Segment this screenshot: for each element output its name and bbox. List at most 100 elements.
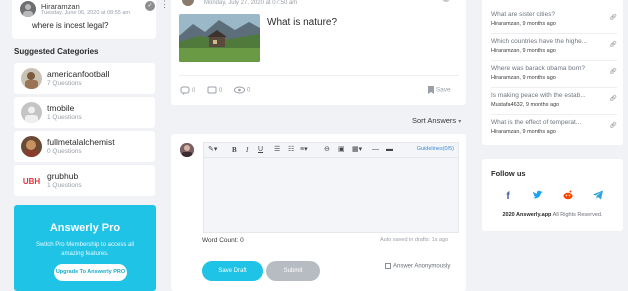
bookmark-icon — [428, 86, 434, 94]
link-icon[interactable]: 🔗︎ — [609, 122, 617, 129]
category-count: 1 Questions — [47, 114, 82, 121]
upgrade-button[interactable]: Upgrade To Answerly PRO — [54, 264, 127, 281]
post-date: Monday, July 27, 2020 at 07:50 am — [204, 0, 298, 6]
related-question-meta: Mustafa4632, 9 months ago — [491, 102, 560, 108]
bold-icon[interactable]: B — [232, 146, 237, 154]
chevron-down-icon: ▾ — [458, 119, 462, 125]
answers-stat[interactable]: 0 — [180, 86, 195, 95]
category-count: 7 Questions — [47, 80, 82, 87]
views-count: 0 — [247, 87, 251, 94]
comment-icon — [207, 86, 217, 94]
check-icon: ✓ — [145, 1, 155, 11]
facebook-icon[interactable]: f — [502, 189, 514, 201]
answer-icon — [180, 86, 190, 95]
post-author-avatar[interactable] — [182, 0, 194, 6]
divider — [491, 33, 617, 34]
related-question[interactable]: What is the effect of temperat... Hirara… — [491, 119, 617, 135]
more-options-icon[interactable]: ⋮ — [160, 0, 169, 9]
answer-textarea[interactable] — [203, 157, 459, 233]
link-icon[interactable]: 🔗︎ — [609, 95, 617, 102]
bullet-list-icon[interactable]: ☰ — [274, 146, 280, 154]
user-avatar — [180, 143, 194, 157]
comments-count: 0 — [219, 88, 223, 95]
sort-answers-label: Sort Answers — [412, 116, 457, 125]
copyright-text: 2020 Answerly.app All Rights Reserved. — [482, 212, 623, 218]
related-question[interactable]: Which countries have the highe... Hirara… — [491, 38, 617, 54]
italic-icon[interactable]: I — [246, 146, 248, 154]
link-icon[interactable]: 🔗︎ — [609, 41, 617, 48]
format-icon[interactable]: ✎▾ — [208, 146, 217, 154]
eye-icon — [234, 86, 245, 94]
category-item[interactable]: tmobile 1 Questions — [14, 97, 155, 128]
svg-text:f: f — [506, 191, 510, 201]
answers-count: 0 — [192, 88, 196, 95]
image-icon[interactable]: ▣ — [338, 146, 345, 154]
link-icon[interactable]: 🔗︎ — [609, 14, 617, 21]
related-question-title[interactable]: What is the effect of temperat... — [491, 119, 617, 126]
telegram-icon[interactable] — [592, 189, 604, 201]
related-question-title[interactable]: Where was barack obama born? — [491, 65, 617, 72]
category-item[interactable]: fullmetalalchemist 0 Questions — [14, 131, 155, 162]
guidelines-link[interactable]: Guidelines(0/5) — [417, 146, 454, 152]
related-question-meta: Hiraramzan, 9 months ago — [491, 129, 556, 135]
table-icon[interactable]: ▦▾ — [352, 146, 362, 154]
related-question-meta: Hiraramzan, 9 months ago — [491, 48, 556, 54]
horizontal-rule-icon[interactable]: — — [372, 146, 379, 154]
user-avatar[interactable] — [20, 1, 36, 17]
editor-toolbar: ✎▾ B I U ☰ ☷ ≡▾ ⊖ ▣ ▦▾ — ▬ Guidelines(0/… — [203, 142, 459, 157]
copyright-brand[interactable]: 2020 Answerly.app — [503, 212, 552, 218]
divider — [491, 60, 617, 61]
follow-us-card: Follow us f 2020 Answerly.app All Rights… — [482, 159, 623, 231]
pro-membership-card: Answerly Pro Switch Pro Membership to ac… — [14, 205, 156, 291]
post-thumbnail[interactable] — [179, 14, 260, 62]
divider — [179, 75, 459, 76]
video-icon[interactable]: ▬ — [386, 146, 393, 154]
related-question[interactable]: Where was barack obama born? Hiraramzan,… — [491, 65, 617, 81]
comments-stat[interactable]: 0 — [207, 86, 222, 95]
align-icon[interactable]: ≡▾ — [300, 146, 308, 154]
sort-answers-dropdown[interactable]: Sort Answers ▾ — [412, 116, 461, 125]
category-count: 1 Questions — [47, 182, 82, 189]
anonymous-checkbox[interactable] — [385, 263, 391, 269]
save-button[interactable]: Save — [428, 86, 451, 94]
underline-icon[interactable]: U — [258, 146, 263, 154]
save-label: Save — [435, 86, 451, 94]
anonymous-option[interactable]: Answer Anonymously — [385, 263, 450, 270]
submit-button[interactable]: Submit — [266, 261, 320, 281]
category-logo — [21, 102, 42, 123]
autosave-status: Auto saved in drafts: 1s ago — [380, 237, 449, 243]
related-question-title[interactable]: Which countries have the highe... — [491, 38, 617, 45]
twitter-icon[interactable] — [532, 189, 544, 201]
category-name[interactable]: grubhub — [47, 171, 78, 181]
reddit-icon[interactable] — [562, 189, 574, 201]
numbered-list-icon[interactable]: ☷ — [288, 146, 294, 154]
question-post: Monday, July 27, 2020 at 07:50 am What i… — [171, 0, 466, 105]
related-question-title[interactable]: What are sister cities? — [491, 11, 617, 18]
category-name[interactable]: fullmetalalchemist — [47, 137, 115, 147]
link-icon[interactable]: ⊖ — [324, 146, 330, 154]
pro-title: Answerly Pro — [49, 222, 121, 234]
related-question-title[interactable]: Is making peace with the estab... — [491, 92, 617, 99]
answer-editor: ✎▾ B I U ☰ ☷ ≡▾ ⊖ ▣ ▦▾ — ▬ Guidelines(0/… — [171, 134, 466, 291]
grubhub-logo-icon: UBH — [21, 173, 42, 188]
category-item[interactable]: americanfootball 7 Questions — [14, 63, 155, 94]
category-logo — [21, 136, 42, 157]
follow-us-heading: Follow us — [491, 169, 526, 178]
question-timestamp: Tuesday, June 06, 2020 at 08:55 am — [41, 10, 130, 16]
category-name[interactable]: americanfootball — [47, 69, 109, 79]
copyright-rest: All Rights Reserved. — [551, 212, 603, 218]
related-question-meta: Hiraramzan, 9 months ago — [491, 21, 556, 27]
post-title[interactable]: What is nature? — [267, 17, 337, 28]
pro-description: Switch Pro Membership to access all amaz… — [35, 242, 135, 257]
link-icon[interactable]: 🔗︎ — [609, 68, 617, 75]
related-question[interactable]: What are sister cities? Hiraramzan, 9 mo… — [491, 11, 617, 27]
question-card: Hiraramzan Tuesday, June 06, 2020 at 08:… — [12, 0, 169, 39]
divider — [491, 87, 617, 88]
suggested-categories-heading: Suggested Categories — [14, 47, 99, 56]
category-name[interactable]: tmobile — [47, 103, 74, 113]
question-title[interactable]: where is incest legal? — [32, 21, 108, 30]
more-options-icon[interactable] — [441, 0, 451, 4]
related-question[interactable]: Is making peace with the estab... Mustaf… — [491, 92, 617, 108]
save-draft-button[interactable]: Save Draft — [202, 261, 263, 281]
category-item[interactable]: UBH grubhub 1 Questions — [14, 165, 155, 196]
